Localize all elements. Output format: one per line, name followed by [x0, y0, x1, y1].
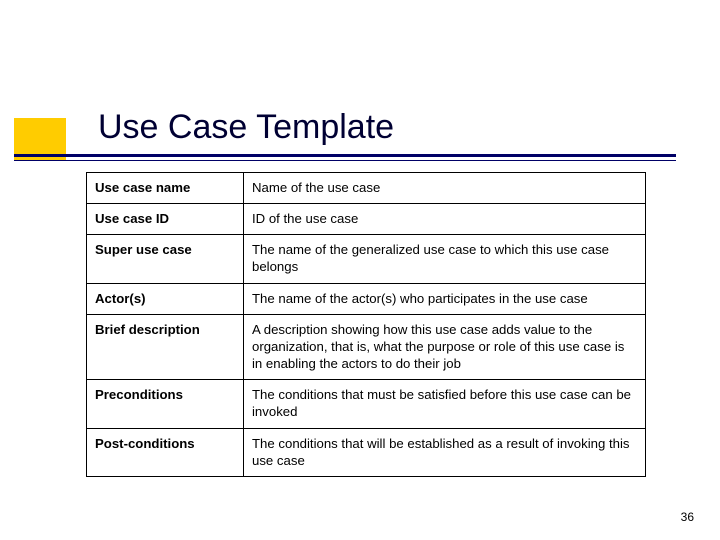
row-label: Post-conditions — [87, 428, 244, 476]
page-number: 36 — [681, 510, 694, 524]
row-desc: Name of the use case — [244, 173, 646, 204]
title-underline — [14, 154, 676, 161]
page-title: Use Case Template — [98, 108, 394, 147]
table-row: Preconditions The conditions that must b… — [87, 380, 646, 428]
table-row: Use case name Name of the use case — [87, 173, 646, 204]
row-desc: The conditions that will be established … — [244, 428, 646, 476]
row-label: Use case name — [87, 173, 244, 204]
row-label: Super use case — [87, 235, 244, 283]
row-label: Use case ID — [87, 204, 244, 235]
row-desc: The conditions that must be satisfied be… — [244, 380, 646, 428]
use-case-template-table: Use case name Name of the use case Use c… — [86, 172, 646, 477]
table-row: Brief description A description showing … — [87, 314, 646, 379]
row-desc: The name of the generalized use case to … — [244, 235, 646, 283]
row-desc: The name of the actor(s) who participate… — [244, 283, 646, 314]
row-desc: ID of the use case — [244, 204, 646, 235]
table-row: Post-conditions The conditions that will… — [87, 428, 646, 476]
row-label: Actor(s) — [87, 283, 244, 314]
row-label: Brief description — [87, 314, 244, 379]
row-label: Preconditions — [87, 380, 244, 428]
table-row: Use case ID ID of the use case — [87, 204, 646, 235]
row-desc: A description showing how this use case … — [244, 314, 646, 379]
table-row: Super use case The name of the generaliz… — [87, 235, 646, 283]
table-row: Actor(s) The name of the actor(s) who pa… — [87, 283, 646, 314]
